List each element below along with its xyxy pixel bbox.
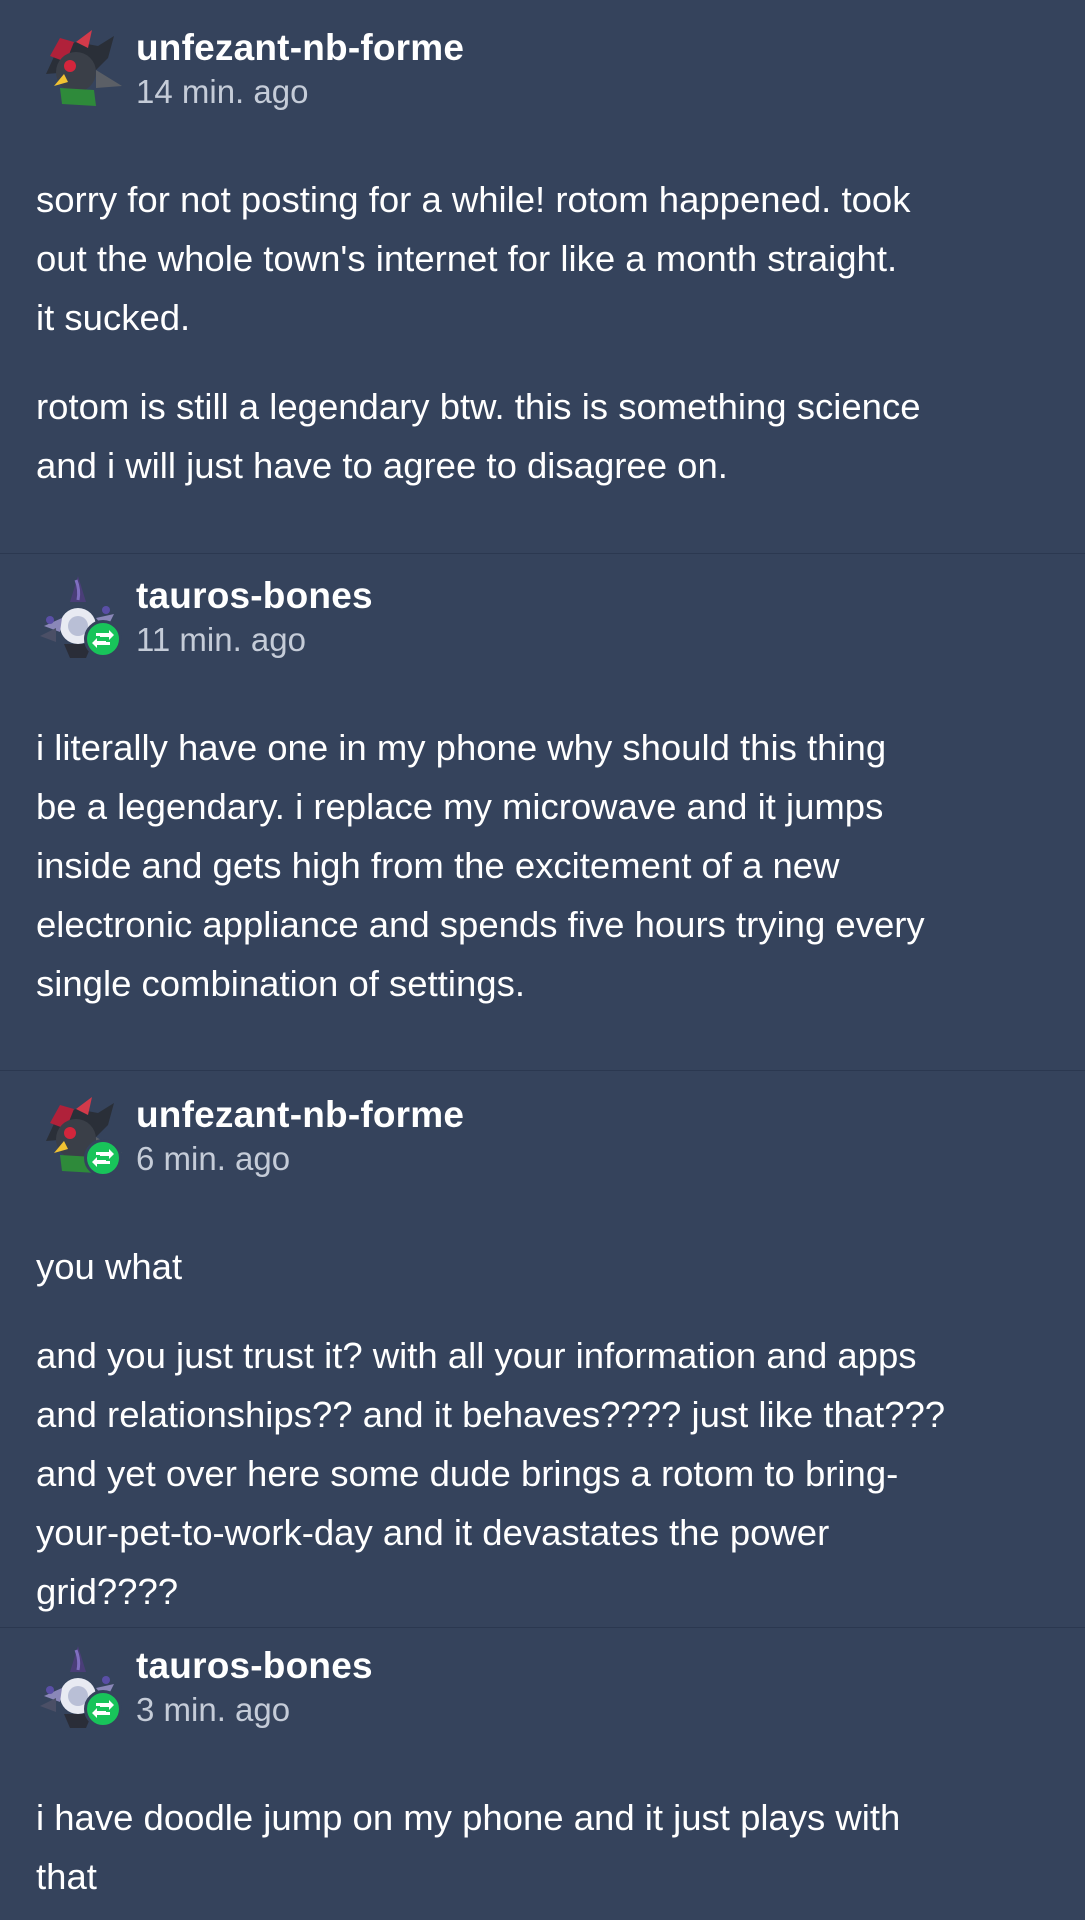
- text-line: inside and gets high from the excitement…: [36, 845, 840, 886]
- post-paragraph: rotom is still a legendary btw. this is …: [36, 377, 1049, 495]
- post-divider: [0, 1627, 1085, 1628]
- text-line: rotom is still a legendary btw. this is …: [36, 386, 921, 427]
- text-line: and yet over here some dude brings a rot…: [36, 1453, 899, 1494]
- post-username[interactable]: unfezant-nb-forme: [136, 1093, 464, 1137]
- post-body: i literally have one in my phone why sho…: [36, 718, 1049, 1013]
- post-paragraph: i have doodle jump on my phone and it ju…: [36, 1788, 1049, 1906]
- text-line: and relationships?? and it behaves???? j…: [36, 1394, 946, 1435]
- post-body: you what and you just trust it? with all…: [36, 1237, 1049, 1621]
- post-timestamp: 11 min. ago: [136, 621, 306, 658]
- unfezant-avatar-icon[interactable]: [36, 26, 126, 116]
- text-line: i have doodle jump on my phone and it ju…: [36, 1797, 901, 1838]
- text-line: you what: [36, 1246, 183, 1287]
- post-body: sorry for not posting for a while! rotom…: [36, 170, 1049, 495]
- post-body: i have doodle jump on my phone and it ju…: [36, 1788, 1049, 1906]
- text-line: and you just trust it? with all your inf…: [36, 1335, 917, 1376]
- reblog-icon: [84, 1690, 122, 1728]
- post-timestamp: 14 min. ago: [136, 73, 309, 110]
- post-username[interactable]: tauros-bones: [136, 1644, 373, 1688]
- post: unfezant-nb-forme 6 min. ago you what an…: [0, 1093, 1085, 1621]
- post-timestamp: 6 min. ago: [136, 1140, 291, 1177]
- post: unfezant-nb-forme 14 min. ago sorry for …: [0, 26, 1085, 495]
- post-header: unfezant-nb-forme 6 min. ago: [36, 1093, 1049, 1193]
- post-paragraph: sorry for not posting for a while! rotom…: [36, 170, 1049, 347]
- post-header: tauros-bones 3 min. ago: [36, 1644, 1049, 1744]
- post-paragraph: i literally have one in my phone why sho…: [36, 718, 1049, 1013]
- post-username[interactable]: unfezant-nb-forme: [136, 26, 464, 70]
- text-line: out the whole town's internet for like a…: [36, 238, 898, 279]
- text-line: that: [36, 1856, 97, 1897]
- post-divider: [0, 553, 1085, 554]
- text-line: sorry for not posting for a while! rotom…: [36, 179, 911, 220]
- text-line: it sucked.: [36, 297, 191, 338]
- post-timestamp: 3 min. ago: [136, 1691, 291, 1728]
- post-divider: [0, 1070, 1085, 1071]
- text-line: your-pet-to-work-day and it devastates t…: [36, 1512, 830, 1553]
- post: tauros-bones 3 min. ago i have doodle ju…: [0, 1644, 1085, 1906]
- text-line: electronic appliance and spends five hou…: [36, 904, 925, 945]
- post-username[interactable]: tauros-bones: [136, 574, 373, 618]
- text-line: grid????: [36, 1571, 179, 1612]
- text-line: single combination of settings.: [36, 963, 525, 1004]
- reblog-icon: [84, 1139, 122, 1177]
- text-line: be a legendary. i replace my microwave a…: [36, 786, 884, 827]
- post-header: unfezant-nb-forme 14 min. ago: [36, 26, 1049, 126]
- reblog-icon: [84, 620, 122, 658]
- text-line: and i will just have to agree to disagre…: [36, 445, 728, 486]
- post-paragraph: you what: [36, 1237, 1049, 1296]
- reblog-thread: unfezant-nb-forme 14 min. ago sorry for …: [0, 0, 1085, 1920]
- post: tauros-bones 11 min. ago i literally hav…: [0, 574, 1085, 1013]
- post-paragraph: and you just trust it? with all your inf…: [36, 1326, 1049, 1621]
- post-header: tauros-bones 11 min. ago: [36, 574, 1049, 674]
- text-line: i literally have one in my phone why sho…: [36, 727, 887, 768]
